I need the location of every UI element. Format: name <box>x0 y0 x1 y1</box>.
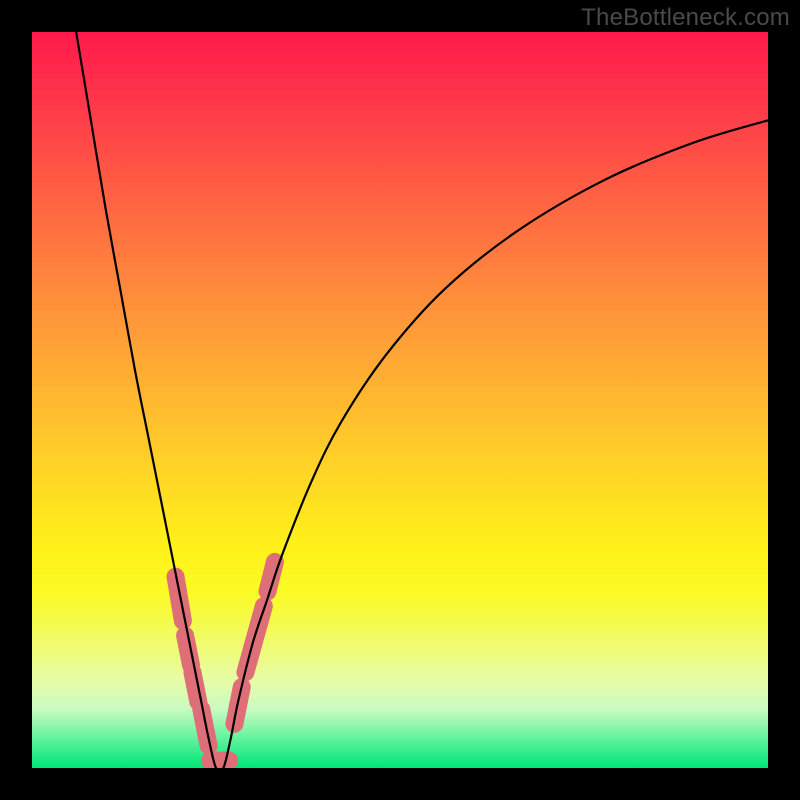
bottleneck-curve-path <box>76 32 768 768</box>
curve-layer <box>32 32 768 768</box>
highlight-marker-group <box>176 562 275 761</box>
highlight-segment <box>201 709 208 746</box>
watermark-text: TheBottleneck.com <box>581 4 790 32</box>
chart-frame: TheBottleneck.com <box>0 0 800 800</box>
plot-area <box>32 32 768 768</box>
